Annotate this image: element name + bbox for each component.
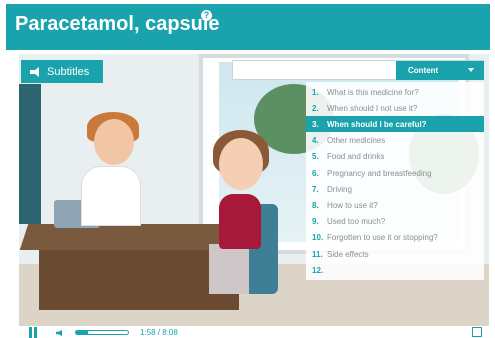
scene-door: [19, 84, 41, 224]
progress-fill: [76, 331, 89, 334]
menu-item-number: 9.: [312, 217, 319, 227]
menu-item-number: 4.: [312, 136, 319, 146]
menu-item-label: Side effects: [327, 249, 369, 259]
menu-item-number: 8.: [312, 200, 319, 210]
pause-icon: [34, 327, 37, 338]
menu-item[interactable]: 10. Forgotten to use it or stopping?: [306, 230, 484, 246]
progress-bar[interactable]: [75, 330, 129, 335]
menu-item[interactable]: 7. Driving: [306, 181, 484, 197]
patient-figure: [219, 194, 261, 249]
menu-item[interactable]: 1. What is this medicine for?: [306, 84, 484, 100]
menu-item[interactable]: 5. Food and drinks: [306, 149, 484, 165]
menu-item[interactable]: 4. Other medicines: [306, 133, 484, 149]
fullscreen-icon[interactable]: [472, 327, 482, 337]
pause-button[interactable]: [28, 327, 38, 338]
menu-item[interactable]: 9. Used too much?: [306, 214, 484, 230]
doctor-head: [94, 119, 134, 165]
menu-item[interactable]: 8. How to use it?: [306, 197, 484, 213]
menu-item-label: Used too much?: [327, 217, 386, 227]
menu-item-number: 12.: [312, 265, 324, 275]
menu-item-number: 10.: [312, 233, 324, 243]
menu-item-number: 1.: [312, 87, 319, 97]
content-menu: 1. What is this medicine for? 2. When shoul…: [306, 82, 484, 280]
menu-item-label: When should I not use it?: [327, 103, 418, 113]
menu-item-label: Forgotten to use it or stopping?: [327, 233, 438, 243]
patient-head: [219, 138, 263, 190]
pause-icon: [29, 327, 32, 338]
patient-legs: [209, 244, 249, 294]
menu-item[interactable]: 3. When should I be careful?: [306, 116, 484, 133]
menu-item[interactable]: 11. Side effects: [306, 246, 484, 262]
menu-item[interactable]: 12.: [306, 262, 484, 278]
menu-item[interactable]: 2. When should I not use it?: [306, 100, 484, 116]
menu-item-label: Pregnancy and breastfeeding: [327, 168, 432, 178]
menu-item-number: 11.: [312, 249, 323, 259]
menu-item-label: Food and drinks: [327, 152, 385, 162]
menu-item-label: When should I be careful?: [327, 119, 427, 129]
content-dropdown-button[interactable]: Content: [396, 61, 484, 80]
menu-item-label: How to use it?: [327, 200, 378, 210]
menu-item-label: Other medicines: [327, 136, 386, 146]
subtitles-icon: [30, 66, 39, 77]
page-title: Paracetamol, capsule: [15, 13, 220, 35]
content-label: Content: [408, 66, 439, 75]
time-display: 1:58 / 8:08: [140, 328, 178, 337]
menu-item-number: 7.: [312, 184, 319, 194]
menu-item-number: 5.: [312, 152, 319, 162]
menu-item-number: 2.: [312, 103, 319, 113]
header-bar: Paracetamol, capsule ?: [6, 4, 490, 50]
menu-item-label: Driving: [327, 184, 352, 194]
menu-item[interactable]: 6. Pregnancy and breastfeeding: [306, 165, 484, 181]
subtitles-label: Subtitles: [47, 65, 90, 78]
menu-item-number: 6.: [312, 168, 319, 178]
menu-item-number: 3.: [312, 119, 319, 129]
doctor-figure: [81, 166, 141, 226]
menu-item-label: What is this medicine for?: [327, 87, 419, 97]
info-icon[interactable]: ?: [201, 10, 212, 21]
chevron-down-icon: [468, 68, 474, 72]
subtitles-button[interactable]: Subtitles: [21, 60, 103, 83]
